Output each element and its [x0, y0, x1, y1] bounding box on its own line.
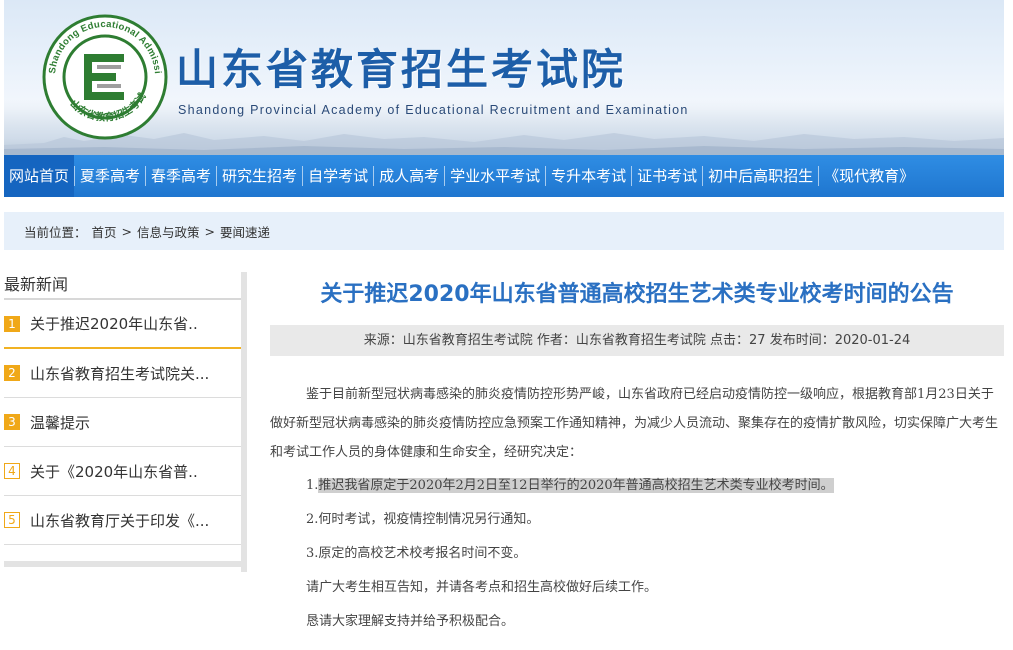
news-list: 1 关于推迟2020年山东省.. 2 山东省教育招生考试院关... 3 温馨提示… [4, 300, 244, 545]
nav-item-upgrade[interactable]: 专升本考试 [546, 155, 631, 197]
article-intro: 鉴于目前新型冠状病毒感染的肺炎疫情防控形势严峻，山东省政府已经启动疫情防控一级响… [270, 387, 999, 460]
breadcrumb-separator: > [204, 223, 216, 239]
sidebar-bottom-bar [4, 561, 244, 567]
breadcrumb-policy[interactable]: 信息与政策 [137, 222, 200, 241]
sidebar-divider [241, 272, 247, 572]
news-number-badge: 3 [4, 414, 20, 430]
article-closing-1: 请广大考生相互告知，并请各考点和招生高校做好后续工作。 [306, 580, 658, 595]
nav-item-home[interactable]: 网站首页 [4, 155, 75, 197]
nav-item-proficiency[interactable]: 学业水平考试 [445, 155, 545, 197]
nav-item-spring-exam[interactable]: 春季高考 [146, 155, 216, 197]
news-item-label: 山东省教育招生考试院关... [30, 364, 210, 383]
nav-item-self-study[interactable]: 自学考试 [303, 155, 373, 197]
article-item-3: 3.原定的高校艺术校考报名时间不变。 [306, 546, 527, 561]
breadcrumb-separator: > [121, 223, 133, 239]
news-item-label: 温馨提示 [30, 413, 91, 432]
article-item-1-num: 1. [306, 478, 319, 493]
news-number-badge: 5 [4, 512, 20, 528]
nav-item-vocational[interactable]: 初中后高职招生 [703, 155, 818, 197]
breadcrumb: 当前位置： 首页 > 信息与政策 > 要闻速递 [4, 212, 1004, 250]
news-item[interactable]: 5 山东省教育厅关于印发《... [4, 496, 244, 545]
nav-item-certificate[interactable]: 证书考试 [632, 155, 702, 197]
news-item-label: 山东省教育厅关于印发《... [30, 511, 210, 530]
news-item-label: 关于推迟2020年山东省.. [30, 315, 198, 333]
site-title: 山东省教育招生考试院 [176, 45, 627, 94]
nav-item-adult-exam[interactable]: 成人高考 [374, 155, 444, 197]
article-closing-2: 恳请大家理解支持并给予积极配合。 [306, 614, 515, 629]
article-body: 鉴于目前新型冠状病毒感染的肺炎疫情防控形势严峻，山东省政府已经启动疫情防控一级响… [270, 380, 1004, 641]
nav-item-graduate[interactable]: 研究生招考 [217, 155, 302, 197]
news-item[interactable]: 2 山东省教育招生考试院关... [4, 349, 244, 398]
news-item[interactable]: 4 关于《2020年山东省普.. [4, 447, 244, 496]
main-nav: 网站首页 夏季高考 春季高考 研究生招考 自学考试 成人高考 学业水平考试 专升… [4, 155, 1004, 197]
latest-news-sidebar: 最新新闻 1 关于推迟2020年山东省.. 2 山东省教育招生考试院关... 3… [4, 272, 244, 572]
article-meta: 来源：山东省教育招生考试院 作者：山东省教育招生考试院 点击：27 发布时间：2… [270, 325, 1004, 356]
article-item-1: 1.推迟我省原定于2020年2月2日至12日举行的2020年普通高校招生艺术类专… [270, 471, 1004, 500]
news-number-badge: 4 [4, 463, 20, 479]
breadcrumb-news[interactable]: 要闻速递 [220, 222, 270, 241]
news-item[interactable]: 3 温馨提示 [4, 398, 244, 447]
breadcrumb-prefix: 当前位置： [24, 224, 87, 240]
news-item-label: 关于《2020年山东省普.. [30, 462, 198, 481]
site-subtitle: Shandong Provincial Academy of Education… [178, 103, 689, 117]
nav-item-modern-education[interactable]: 《现代教育》 [819, 155, 919, 197]
sidebar-title: 最新新闻 [4, 272, 244, 300]
article-item-2: 2.何时考试，视疫情控制情况另行通知。 [306, 512, 540, 527]
academy-logo: Shandong Educational Admission & Examina… [42, 14, 168, 140]
article-title: 关于推迟2020年山东省普通高校招生艺术类专业校考时间的公告 [320, 282, 954, 307]
nav-item-summer-exam[interactable]: 夏季高考 [75, 155, 145, 197]
article-item-1-text: 推迟我省原定于2020年2月2日至12日举行的2020年普通高校招生艺术类专业校… [318, 478, 834, 493]
news-item[interactable]: 1 关于推迟2020年山东省.. [4, 300, 244, 349]
breadcrumb-home[interactable]: 首页 [92, 222, 117, 241]
site-header: Shandong Educational Admission & Examina… [4, 0, 1004, 155]
news-number-badge: 2 [4, 365, 20, 381]
news-number-badge: 1 [4, 315, 20, 332]
